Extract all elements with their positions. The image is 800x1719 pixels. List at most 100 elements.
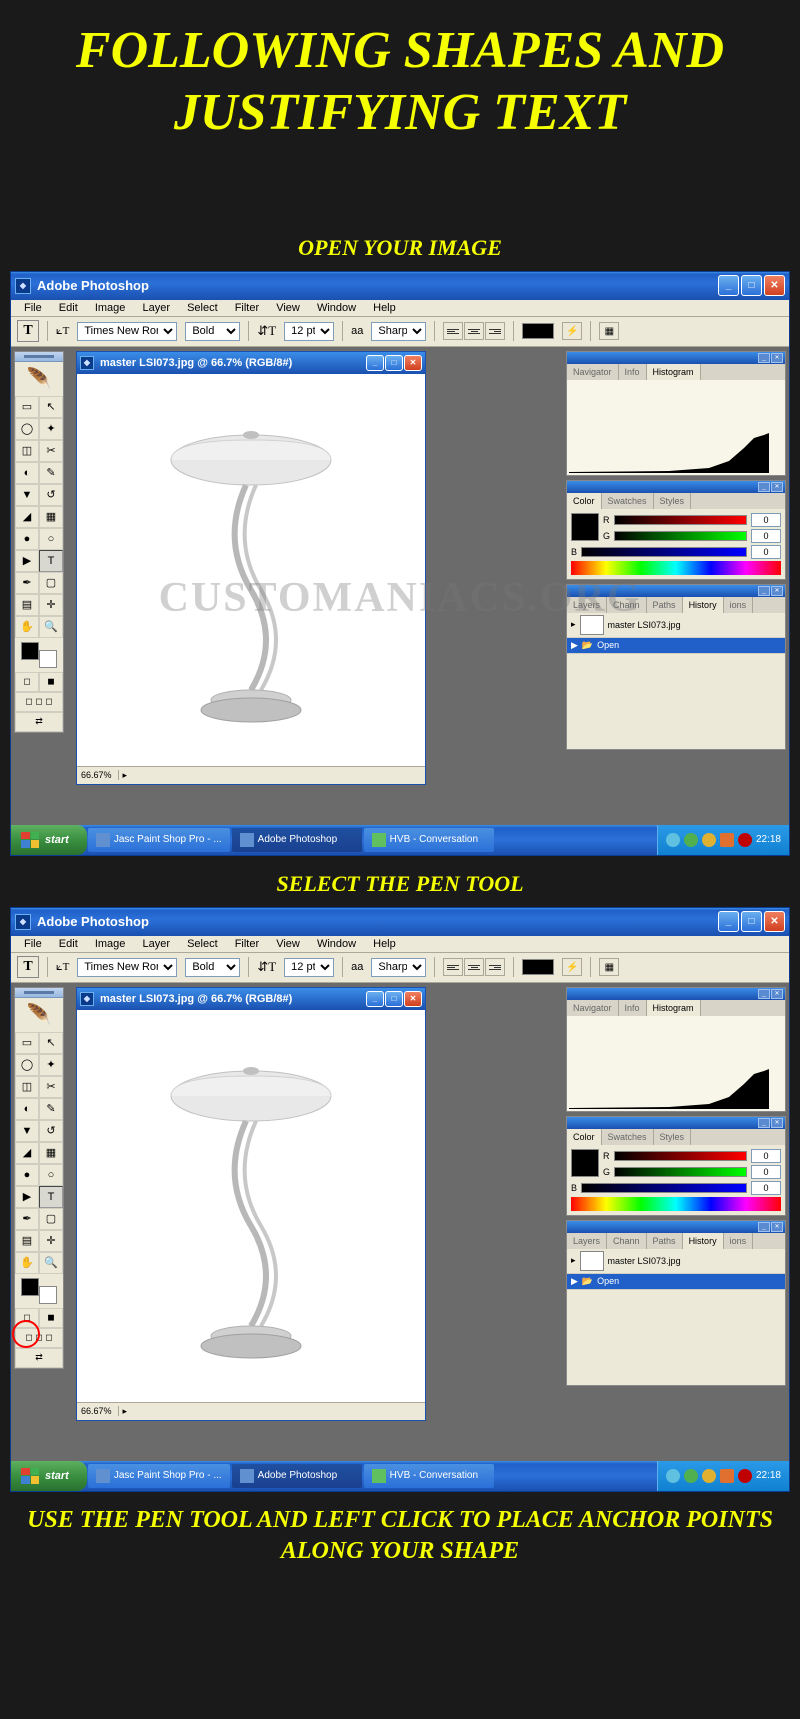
stamp-tool[interactable]: ▼	[15, 484, 39, 506]
font-weight-select[interactable]: Bold	[185, 322, 240, 341]
styles-tab[interactable]: Styles	[654, 493, 692, 509]
clock[interactable]: 22:18	[756, 1470, 781, 1481]
orientation-icon[interactable]: ⟀T	[56, 325, 69, 338]
panel-titlebar[interactable]: _✕	[567, 988, 785, 1000]
align-right-button[interactable]	[485, 958, 505, 976]
tray-icon[interactable]	[738, 833, 752, 847]
swatches-tab[interactable]: Swatches	[602, 493, 654, 509]
font-weight-select[interactable]: Bold	[185, 958, 240, 977]
color-picker[interactable]	[15, 638, 63, 672]
close-button[interactable]: ✕	[764, 275, 785, 296]
hand-tool[interactable]: ✋	[15, 1252, 39, 1274]
stamp-tool[interactable]: ▼	[15, 1120, 39, 1142]
shape-tool[interactable]: ▢	[39, 572, 63, 594]
doc-close-button[interactable]: ✕	[404, 355, 422, 371]
color-picker[interactable]	[15, 1274, 63, 1308]
doc-minimize-button[interactable]: _	[366, 355, 384, 371]
standard-mode-button[interactable]: ◻	[15, 672, 39, 692]
doc-maximize-button[interactable]: □	[385, 991, 403, 1007]
eraser-tool[interactable]: ◢	[15, 1142, 39, 1164]
type-tool[interactable]: T	[39, 1186, 63, 1208]
panel-minimize-icon[interactable]: _	[758, 586, 770, 596]
tray-icon[interactable]	[702, 833, 716, 847]
color-tab[interactable]: Color	[567, 493, 602, 509]
taskbar-item-paintshop[interactable]: Jasc Paint Shop Pro - ...	[88, 828, 230, 852]
navigator-tab[interactable]: Navigator	[567, 364, 619, 380]
r-input[interactable]	[751, 1149, 781, 1163]
r-slider[interactable]	[614, 515, 748, 525]
canvas[interactable]	[77, 374, 425, 766]
tray-icon[interactable]	[702, 1469, 716, 1483]
dodge-tool[interactable]: ○	[39, 1164, 63, 1186]
document-titlebar[interactable]: ◆ master LSI073.jpg @ 66.7% (RGB/8#) _ □…	[77, 988, 425, 1010]
menu-window[interactable]: Window	[310, 300, 363, 316]
swatches-tab[interactable]: Swatches	[602, 1129, 654, 1145]
channels-tab[interactable]: Chann	[607, 597, 647, 613]
standard-mode-button[interactable]: ◻	[15, 1308, 39, 1328]
menu-view[interactable]: View	[269, 936, 307, 952]
menu-filter[interactable]: Filter	[228, 936, 266, 952]
crop-tool[interactable]: ◫	[15, 1076, 39, 1098]
pen-tool[interactable]: ✒	[15, 572, 39, 594]
move-tool[interactable]: ↖	[39, 396, 63, 418]
toolbox-handle[interactable]	[15, 988, 63, 998]
font-family-select[interactable]: Times New Roman	[77, 958, 177, 977]
foreground-color[interactable]	[21, 1278, 39, 1296]
eraser-tool[interactable]: ◢	[15, 506, 39, 528]
g-input[interactable]	[751, 529, 781, 543]
panel-close-icon[interactable]: ✕	[771, 482, 783, 492]
color-preview-swatch[interactable]	[571, 513, 599, 541]
jump-to-button[interactable]: ⇄	[15, 712, 63, 732]
minimize-button[interactable]: _	[718, 275, 739, 296]
warp-text-button[interactable]: ⚡	[562, 958, 582, 976]
font-size-select[interactable]: 12 pt	[284, 322, 334, 341]
paths-tab[interactable]: Paths	[647, 597, 683, 613]
notes-tool[interactable]: ▤	[15, 1230, 39, 1252]
menu-layer[interactable]: Layer	[135, 300, 177, 316]
maximize-button[interactable]: □	[741, 911, 762, 932]
taskbar-item-paintshop[interactable]: Jasc Paint Shop Pro - ...	[88, 1464, 230, 1488]
blur-tool[interactable]: ●	[15, 528, 39, 550]
menu-file[interactable]: File	[17, 300, 49, 316]
marquee-tool[interactable]: ▭	[15, 396, 39, 418]
panel-close-icon[interactable]: ✕	[771, 989, 783, 999]
panel-minimize-icon[interactable]: _	[758, 353, 770, 363]
tray-icon[interactable]	[684, 1469, 698, 1483]
r-input[interactable]	[751, 513, 781, 527]
lasso-tool[interactable]: ◯	[15, 418, 39, 440]
b-input[interactable]	[751, 1181, 781, 1195]
menu-select[interactable]: Select	[180, 936, 225, 952]
gradient-tool[interactable]: ▦	[39, 506, 63, 528]
type-tool[interactable]: T	[39, 550, 63, 572]
panel-close-icon[interactable]: ✕	[771, 586, 783, 596]
histogram-tab[interactable]: Histogram	[647, 1000, 701, 1016]
tray-icon[interactable]	[684, 833, 698, 847]
maximize-button[interactable]: □	[741, 275, 762, 296]
layers-tab[interactable]: Layers	[567, 597, 607, 613]
menu-edit[interactable]: Edit	[52, 936, 85, 952]
brush-tool[interactable]: ✎	[39, 462, 63, 484]
healing-tool[interactable]: ◐	[15, 1098, 39, 1120]
menu-edit[interactable]: Edit	[52, 300, 85, 316]
menu-filter[interactable]: Filter	[228, 300, 266, 316]
spectrum-bar[interactable]	[571, 561, 781, 575]
orientation-icon[interactable]: ⟀T	[56, 961, 69, 974]
tray-icon[interactable]	[720, 1469, 734, 1483]
palettes-button[interactable]: ▦	[599, 958, 619, 976]
start-button[interactable]: start	[11, 825, 87, 855]
path-select-tool[interactable]: ▶	[15, 550, 39, 572]
text-color-swatch[interactable]	[522, 323, 554, 339]
layers-tab[interactable]: Layers	[567, 1233, 607, 1249]
zoom-tool[interactable]: 🔍	[39, 1252, 63, 1274]
foreground-color[interactable]	[21, 642, 39, 660]
align-left-button[interactable]	[443, 958, 463, 976]
panel-titlebar[interactable]: _✕	[567, 1221, 785, 1233]
menu-layer[interactable]: Layer	[135, 936, 177, 952]
marquee-tool[interactable]: ▭	[15, 1032, 39, 1054]
menu-select[interactable]: Select	[180, 300, 225, 316]
lasso-tool[interactable]: ◯	[15, 1054, 39, 1076]
dodge-tool[interactable]: ○	[39, 528, 63, 550]
taskbar-item-hvb[interactable]: HVB - Conversation	[364, 1464, 494, 1488]
jump-to-button[interactable]: ⇄	[15, 1348, 63, 1368]
pen-tool[interactable]: ✒	[15, 1208, 39, 1230]
